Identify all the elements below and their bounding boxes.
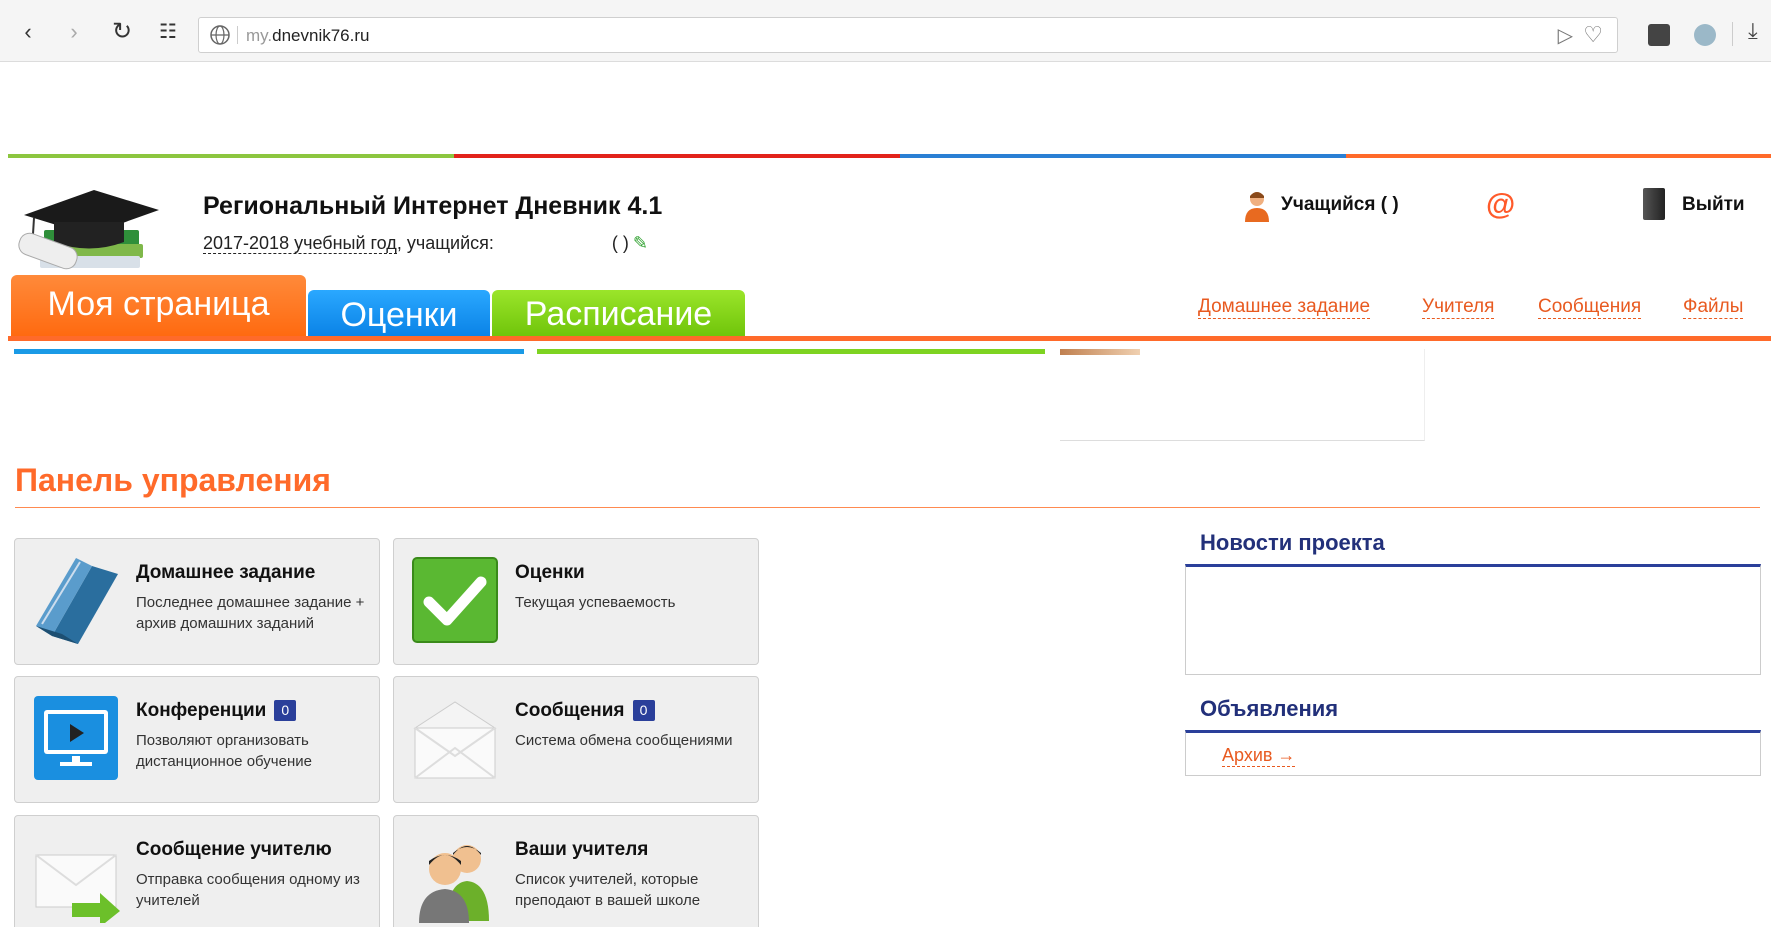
card-your-teachers[interactable]: Ваши учителя Список учителей, которые пр… bbox=[393, 815, 759, 927]
forward-icon[interactable]: › bbox=[60, 18, 88, 46]
extension-icon[interactable] bbox=[1648, 24, 1670, 46]
card-description: Система обмена сообщениями bbox=[515, 732, 733, 749]
card-messages[interactable]: Сообщения 0 Система обмена сообщениями bbox=[393, 676, 759, 803]
send-icon[interactable]: ▷ bbox=[1558, 23, 1573, 48]
back-icon[interactable]: ‹ bbox=[14, 18, 42, 46]
student-label: , учащийся: bbox=[396, 233, 494, 253]
count-badge: 0 bbox=[632, 700, 655, 721]
student-user-icon bbox=[1245, 192, 1269, 222]
control-panel-title: Панель управления bbox=[15, 462, 331, 498]
stripe-blue bbox=[900, 154, 1346, 158]
card-title: Домашнее задание bbox=[136, 562, 316, 583]
address-bar[interactable]: my.dnevnik76.ru ▷ ♡ bbox=[198, 17, 1618, 53]
blue-sub-bar bbox=[14, 349, 524, 354]
send-envelope-icon bbox=[35, 854, 120, 923]
card-description: Последнее домашнее задание + архив домаш… bbox=[136, 594, 365, 632]
tab-underline bbox=[8, 336, 1771, 341]
logout-door-icon[interactable] bbox=[1643, 188, 1665, 220]
news-title: Новости проекта bbox=[1200, 530, 1385, 555]
user-role-label[interactable]: Учащийся ( ) bbox=[1281, 194, 1399, 216]
count-badge: 0 bbox=[274, 700, 297, 721]
tab-grades[interactable]: Оценки bbox=[308, 290, 490, 337]
card-title: Сообщения 0 bbox=[515, 700, 655, 722]
logout-link[interactable]: Выйти bbox=[1682, 194, 1745, 216]
top-link-messages[interactable]: Сообщения bbox=[1538, 296, 1642, 319]
info-sub-box bbox=[1060, 349, 1425, 441]
archive-link[interactable]: Архив → bbox=[1222, 745, 1296, 767]
heart-icon[interactable]: ♡ bbox=[1583, 22, 1603, 48]
browser-toolbar: ‹ › ↻ ☷ my.dnevnik76.ru ▷ ♡ ⤓ bbox=[0, 0, 1771, 62]
site-title: Региональный Интернет Дневник 4.1 bbox=[203, 192, 663, 220]
stripe-orange bbox=[1346, 154, 1771, 158]
vpn-extension-icon[interactable] bbox=[1694, 24, 1716, 46]
tabs-grid-icon[interactable]: ☷ bbox=[154, 18, 182, 46]
graduation-cap-logo bbox=[18, 190, 159, 270]
reload-icon[interactable]: ↻ bbox=[108, 18, 136, 46]
top-link-files[interactable]: Файлы bbox=[1683, 296, 1744, 319]
card-conferences[interactable]: Конференции 0 Позволяют организовать дист… bbox=[14, 676, 380, 803]
top-link-homework[interactable]: Домашнее задание bbox=[1198, 296, 1371, 319]
tab-my-page[interactable]: Моя страница bbox=[11, 275, 306, 336]
school-year-line: 2017-2018 учебный год, учащийся: ( ) ✎ bbox=[203, 233, 648, 254]
card-title: Сообщение учителю bbox=[136, 839, 332, 860]
globe-icon bbox=[210, 25, 230, 45]
card-title: Оценки bbox=[515, 562, 585, 583]
news-box bbox=[1185, 564, 1761, 675]
monitor-icon bbox=[34, 696, 118, 780]
card-grades[interactable]: Оценки Текущая успеваемость bbox=[393, 538, 759, 665]
school-year-link[interactable]: 2017-2018 учебный год bbox=[203, 233, 397, 254]
card-title: Ваши учителя bbox=[515, 839, 649, 860]
email-at-icon[interactable]: @ bbox=[1486, 188, 1515, 222]
tab-schedule[interactable]: Расписание bbox=[492, 290, 745, 337]
card-description: Текущая успеваемость bbox=[515, 594, 676, 611]
download-icon[interactable]: ⤓ bbox=[1748, 18, 1758, 44]
teachers-icon bbox=[419, 845, 489, 923]
stripe-green bbox=[8, 154, 454, 158]
student-name: ( ) bbox=[611, 233, 629, 253]
url-text[interactable]: my.dnevnik76.ru bbox=[246, 26, 369, 46]
card-description: Позволяют организовать дистанционное обу… bbox=[136, 732, 312, 770]
book-icon bbox=[36, 558, 118, 644]
card-message-teacher[interactable]: Сообщение учителю Отправка сообщения одн… bbox=[14, 815, 380, 927]
announcements-box: Архив → bbox=[1185, 730, 1761, 776]
announcements-title: Объявления bbox=[1200, 696, 1339, 721]
top-link-teachers[interactable]: Учителя bbox=[1422, 296, 1495, 319]
envelope-icon bbox=[413, 701, 497, 779]
card-title: Конференции 0 bbox=[136, 700, 297, 722]
pencil-icon[interactable]: ✎ bbox=[633, 233, 648, 254]
green-sub-bar bbox=[537, 349, 1045, 354]
panel-divider bbox=[15, 507, 1760, 508]
stripe-red bbox=[454, 154, 900, 158]
card-homework[interactable]: Домашнее задание Последнее домашнее зада… bbox=[14, 538, 380, 665]
card-description: Список учителей, которые преподают в ваш… bbox=[515, 871, 701, 909]
checkmark-icon bbox=[412, 557, 498, 643]
card-description: Отправка сообщения одному из учителей bbox=[136, 871, 360, 909]
